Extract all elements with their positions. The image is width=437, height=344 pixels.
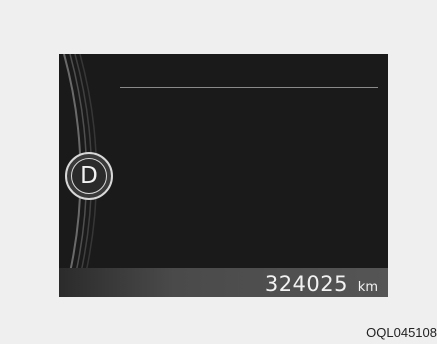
figure-code: OQL045108: [366, 325, 437, 340]
odometer-value: 324025: [264, 272, 348, 296]
gear-indicator: D: [65, 152, 113, 200]
odometer-unit: km: [357, 280, 378, 295]
divider-line: [120, 87, 378, 88]
gear-letter: D: [71, 158, 107, 194]
instrument-cluster-display: D 324025 km: [59, 54, 388, 297]
